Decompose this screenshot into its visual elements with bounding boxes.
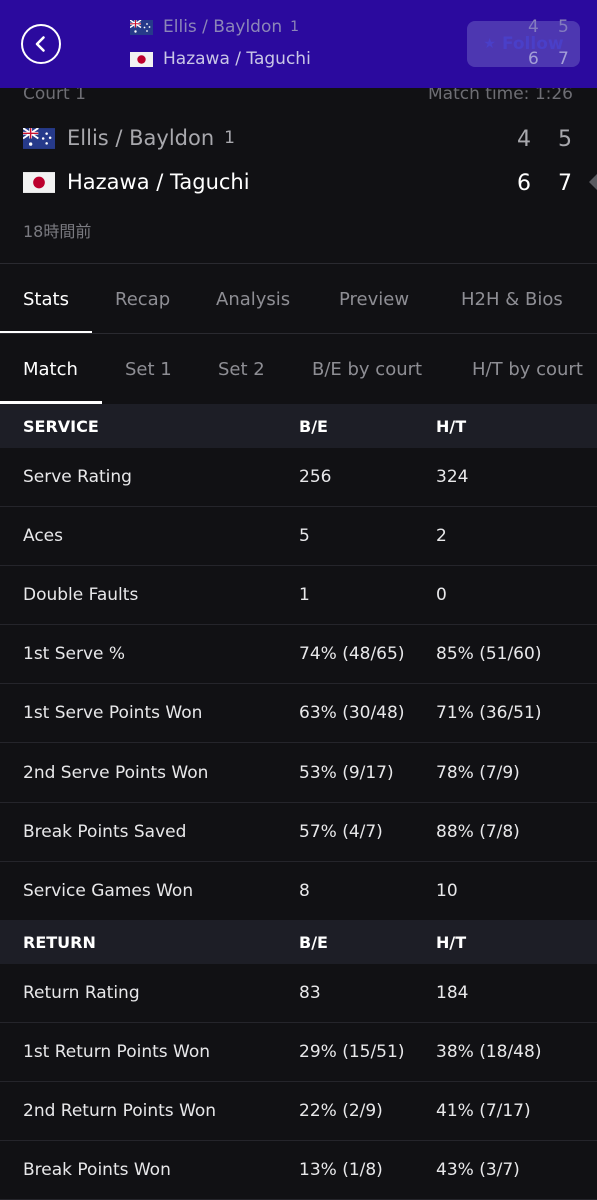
subtab-set1[interactable]: Set 1 <box>125 334 172 404</box>
tab-preview[interactable]: Preview <box>339 264 409 334</box>
topbar-team1-name: Ellis / Bayldon <box>163 17 283 37</box>
team1-row: Ellis / Bayldon 1 <box>23 126 235 150</box>
service-col-be: B/E <box>299 416 328 436</box>
team1-seed: 1 <box>224 128 235 148</box>
stat-label: Break Points Saved <box>23 821 187 842</box>
table-row: 1st Return Points Won 29% (15/51) 38% (18/… <box>0 1023 597 1082</box>
stat-value-ht: 324 <box>436 467 469 487</box>
stat-label: 1st Serve Points Won <box>23 703 203 724</box>
team2-row: Hazawa / Taguchi <box>23 170 250 194</box>
tab-stats[interactable]: Stats <box>23 264 69 334</box>
follow-label: Follow <box>501 34 564 54</box>
table-row: Break Points Won 13% (1/8) 43% (3/7) <box>0 1141 597 1200</box>
subtab-set2[interactable]: Set 2 <box>218 334 265 404</box>
tab-recap[interactable]: Recap <box>115 264 170 334</box>
stat-value-be: 13% (1/8) <box>299 1160 383 1180</box>
australia-flag-icon <box>130 19 153 35</box>
table-row: Aces 5 2 <box>0 507 597 567</box>
stat-value-ht: 85% (51/60) <box>436 644 542 665</box>
service-col-ht: H/T <box>436 416 467 436</box>
stat-value-be: 74% (48/65) <box>299 644 405 665</box>
stat-label: 1st Return Points Won <box>23 1042 211 1062</box>
team2-set1-score: 6 <box>517 171 531 196</box>
stat-label: 2nd Return Points Won <box>23 1101 217 1121</box>
table-row: Service Games Won 8 10 <box>0 862 597 921</box>
australia-flag-icon <box>23 127 55 149</box>
stat-value-ht: 10 <box>436 880 458 901</box>
winner-indicator-icon <box>589 174 597 190</box>
team2-set2-score: 7 <box>558 171 572 196</box>
team2-name: Hazawa / Taguchi <box>67 170 250 194</box>
stat-value-be: 8 <box>299 880 310 901</box>
table-row: 2nd Return Points Won 22% (2/9) 41% (7/17) <box>0 1082 597 1141</box>
chevron-left-icon <box>35 36 45 52</box>
subtab-be-by-court[interactable]: B/E by court <box>312 334 422 404</box>
stat-value-be: 57% (4/7) <box>299 821 383 842</box>
back-button[interactable] <box>21 24 61 64</box>
tab-h2h-bios[interactable]: H2H & Bios <box>461 264 563 334</box>
table-row: 2nd Serve Points Won 53% (9/17) 78% (7/9) <box>0 744 597 803</box>
return-col-ht: H/T <box>436 932 467 952</box>
stat-value-be: 29% (15/51) <box>299 1042 405 1062</box>
top-bar: Ellis / Bayldon 1 Hazawa / Taguchi 4 5 6… <box>0 0 597 88</box>
table-row: Double Faults 1 0 <box>0 566 597 626</box>
return-header-label: RETURN <box>23 932 96 952</box>
team1-set1-score: 4 <box>517 127 531 152</box>
table-row: 1st Serve % 74% (48/65) 85% (51/60) <box>0 625 597 685</box>
stat-value-ht: 71% (36/51) <box>436 703 542 724</box>
service-section-header: SERVICE B/E H/T <box>0 404 597 448</box>
stat-value-be: 256 <box>299 467 332 487</box>
stat-value-ht: 43% (3/7) <box>436 1160 520 1180</box>
stat-label: Aces <box>23 526 63 547</box>
subtab-match[interactable]: Match <box>23 334 78 404</box>
topbar-team2: Hazawa / Taguchi <box>130 49 311 69</box>
return-col-be: B/E <box>299 932 328 952</box>
stat-label: Double Faults <box>23 585 139 606</box>
stat-label: Service Games Won <box>23 880 194 901</box>
japan-flag-icon <box>130 51 153 67</box>
japan-flag-icon <box>23 171 55 193</box>
stat-label: Serve Rating <box>23 467 132 487</box>
topbar-team2-name: Hazawa / Taguchi <box>163 49 311 69</box>
stat-value-be: 1 <box>299 585 310 606</box>
stat-value-be: 63% (30/48) <box>299 703 405 724</box>
stat-value-be: 22% (2/9) <box>299 1101 383 1121</box>
team1-set2-score: 5 <box>558 127 572 152</box>
stat-value-ht: 0 <box>436 585 447 606</box>
topbar-team1: Ellis / Bayldon 1 <box>130 17 299 37</box>
stat-label: 1st Serve % <box>23 644 126 665</box>
table-row: Return Rating 83 184 <box>0 964 597 1023</box>
stat-value-ht: 2 <box>436 526 447 547</box>
subtab-ht-by-court[interactable]: H/T by court <box>472 334 583 404</box>
time-ago: 18時間前 <box>23 222 92 241</box>
stat-value-ht: 78% (7/9) <box>436 762 520 783</box>
stat-value-ht: 88% (7/8) <box>436 821 520 842</box>
main-tabs: Stats Recap Analysis Preview H2H & Bios <box>0 264 597 334</box>
sub-tabs: Match Set 1 Set 2 B/E by court H/T by co… <box>0 334 597 404</box>
topbar-team1-seed: 1 <box>290 19 300 35</box>
stat-label: 2nd Serve Points Won <box>23 762 209 783</box>
stat-value-ht: 38% (18/48) <box>436 1042 542 1062</box>
stat-value-ht: 41% (7/17) <box>436 1101 531 1121</box>
stat-value-ht: 184 <box>436 983 469 1003</box>
star-icon: ★ <box>483 36 496 52</box>
stat-label: Break Points Won <box>23 1160 171 1180</box>
stat-value-be: 53% (9/17) <box>299 762 394 783</box>
table-row: 1st Serve Points Won 63% (30/48) 71% (36/5… <box>0 684 597 744</box>
return-section-header: RETURN B/E H/T <box>0 920 597 964</box>
stat-value-be: 5 <box>299 526 310 547</box>
team1-name: Ellis / Bayldon <box>67 126 215 150</box>
tab-analysis[interactable]: Analysis <box>216 264 290 334</box>
stat-label: Return Rating <box>23 983 140 1003</box>
service-header-label: SERVICE <box>23 416 99 436</box>
follow-button[interactable]: ★ Follow <box>467 21 580 67</box>
table-row: Serve Rating 256 324 <box>0 448 597 507</box>
table-row: Break Points Saved 57% (4/7) 88% (7/8) <box>0 803 597 862</box>
stat-value-be: 83 <box>299 983 321 1003</box>
